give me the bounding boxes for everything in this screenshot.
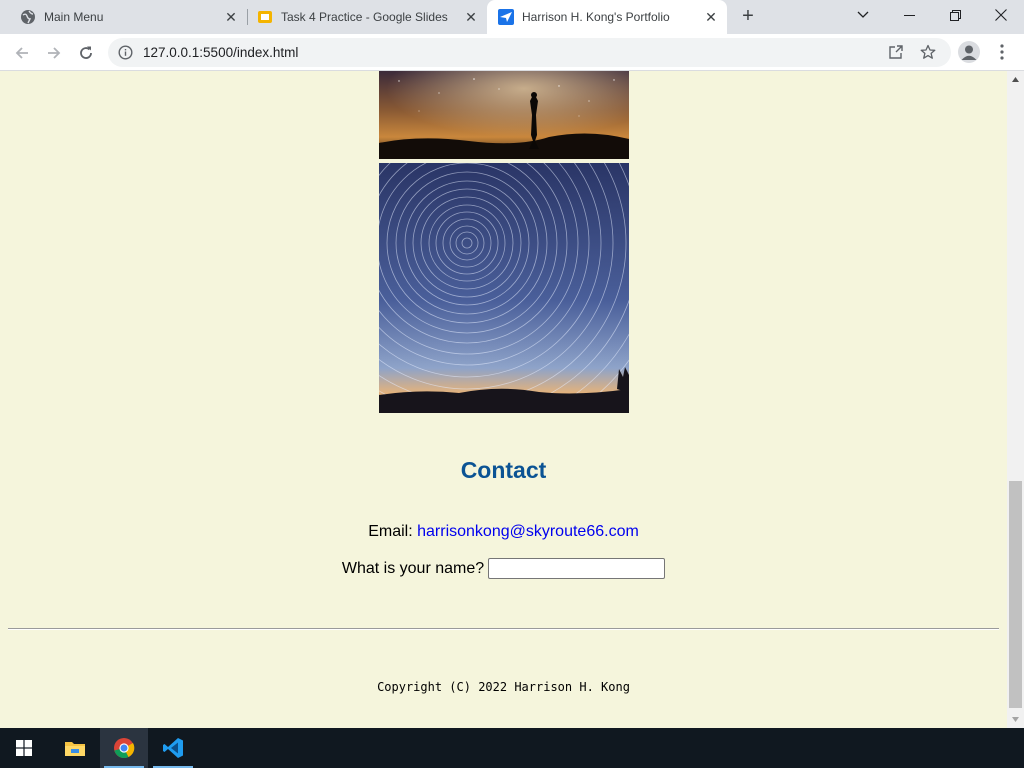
close-icon bbox=[995, 9, 1007, 21]
site-info-icon[interactable] bbox=[118, 45, 133, 65]
copyright-text: Copyright (C) 2022 Harrison H. Kong bbox=[377, 680, 630, 694]
profile-avatar-icon[interactable] bbox=[958, 41, 980, 63]
windows-taskbar bbox=[0, 728, 1024, 768]
email-label: Email: bbox=[368, 523, 418, 540]
menu-kebab-icon[interactable] bbox=[994, 43, 1010, 61]
tab-title: Task 4 Practice - Google Slides bbox=[281, 10, 448, 24]
arrow-right-icon bbox=[48, 47, 61, 59]
email-link[interactable]: harrisonkong@skyroute66.com bbox=[417, 523, 639, 540]
chevron-down-icon bbox=[857, 11, 869, 18]
minimize-button[interactable] bbox=[886, 0, 932, 30]
back-button[interactable] bbox=[9, 40, 35, 66]
tab-google-slides[interactable]: Task 4 Practice - Google Slides ✕ bbox=[237, 0, 487, 34]
google-slides-icon bbox=[257, 9, 273, 25]
browser-toolbar: 127.0.0.1:5500/index.html bbox=[0, 34, 1024, 71]
reload-icon bbox=[80, 46, 92, 59]
paper-plane-icon bbox=[498, 9, 514, 25]
name-prompt-label: What is your name? bbox=[341, 559, 485, 577]
email-line: Email: harrisonkong@skyroute66.com bbox=[0, 523, 1007, 541]
tab-search-button[interactable] bbox=[840, 0, 886, 30]
minimize-icon bbox=[903, 14, 915, 16]
tab-portfolio[interactable]: Harrison H. Kong's Portfolio ✕ bbox=[487, 0, 727, 34]
page-scrollbar[interactable] bbox=[1007, 71, 1024, 728]
tab-close-icon[interactable]: ✕ bbox=[703, 9, 719, 25]
bookmark-star-icon[interactable] bbox=[920, 44, 936, 65]
star-trails-image bbox=[379, 163, 629, 413]
contact-heading: Contact bbox=[460, 457, 547, 483]
milky-way-silhouette-image bbox=[379, 71, 629, 159]
restore-icon bbox=[949, 9, 961, 21]
globe-icon bbox=[20, 9, 36, 25]
scroll-up-arrow-icon[interactable] bbox=[1007, 71, 1024, 88]
horizontal-divider bbox=[8, 628, 999, 630]
tab-title: Main Menu bbox=[44, 10, 104, 24]
restore-button[interactable] bbox=[932, 0, 978, 30]
scroll-thumb[interactable] bbox=[1009, 481, 1022, 708]
reload-button[interactable] bbox=[73, 40, 99, 66]
tab-strip: Main Menu ✕ Task 4 Practice - Google Sli… bbox=[0, 0, 1024, 34]
scroll-down-arrow-icon[interactable] bbox=[1007, 711, 1024, 728]
name-input[interactable] bbox=[488, 558, 666, 579]
name-form-row: What is your name? bbox=[0, 558, 1007, 579]
close-window-button[interactable] bbox=[978, 0, 1024, 30]
forward-button[interactable] bbox=[41, 40, 67, 66]
new-tab-button[interactable]: + bbox=[737, 6, 759, 28]
url-text[interactable]: 127.0.0.1:5500/index.html bbox=[143, 38, 298, 67]
share-icon[interactable] bbox=[888, 44, 904, 65]
address-bar[interactable]: 127.0.0.1:5500/index.html bbox=[108, 38, 951, 67]
page-viewport: Contact Email: harrisonkong@skyroute66.c… bbox=[0, 71, 1007, 728]
arrow-left-icon bbox=[15, 47, 28, 59]
tab-close-icon[interactable]: ✕ bbox=[463, 9, 479, 25]
tab-main-menu[interactable]: Main Menu ✕ bbox=[0, 0, 247, 34]
vscode-icon[interactable] bbox=[149, 728, 197, 768]
windows-start-icon[interactable] bbox=[0, 728, 48, 768]
tab-title: Harrison H. Kong's Portfolio bbox=[522, 10, 670, 24]
file-explorer-icon[interactable] bbox=[51, 728, 99, 768]
chrome-icon[interactable] bbox=[100, 728, 148, 768]
